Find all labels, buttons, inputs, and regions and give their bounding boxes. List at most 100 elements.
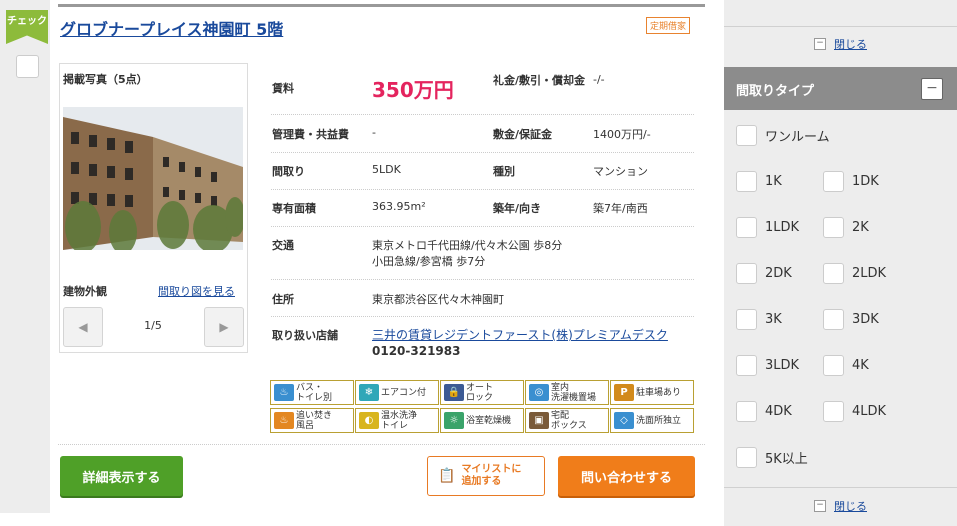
- feature-label: 宅配: [551, 410, 570, 421]
- detail-button[interactable]: 詳細表示する: [60, 456, 183, 496]
- key-money-value: -/-: [593, 73, 605, 86]
- option-checkbox[interactable]: [823, 309, 844, 330]
- feature-label: 洗面所独立: [636, 415, 682, 426]
- parking-icon: P: [614, 384, 634, 401]
- age-direction-value: 築7年/南西: [593, 202, 648, 215]
- photo-caption: 建物外観: [63, 285, 107, 298]
- washer-icon: ◎: [529, 384, 549, 401]
- mylist-label-2: 追加する: [461, 476, 502, 487]
- option-1dk[interactable]: 1DK: [823, 171, 879, 192]
- option-checkbox[interactable]: [736, 171, 757, 192]
- feature-label: 浴室乾燥機: [466, 415, 512, 426]
- bath-icon: ♨: [274, 384, 294, 401]
- chevron-left-icon: ◀: [78, 320, 88, 334]
- agent-phone: 0120-321983: [372, 344, 461, 358]
- option-3dk[interactable]: 3DK: [823, 309, 879, 330]
- option-label: 1LDK: [765, 220, 800, 235]
- option-2k[interactable]: 2K: [823, 217, 869, 238]
- row-divider: [271, 189, 694, 190]
- row-divider: [271, 316, 694, 317]
- bath-dryer-icon: ☼: [444, 412, 464, 429]
- feature-label: ボックス: [551, 420, 587, 431]
- agent-link[interactable]: 三井の賃貸レジデントファースト(株)プレミアムデスク: [372, 326, 668, 343]
- option-label: 4LDK: [852, 404, 887, 419]
- listing-title[interactable]: グロブナープレイス神園町 5階: [60, 16, 283, 40]
- building-type-value: マンション: [593, 165, 648, 178]
- washlet-icon: ◐: [359, 412, 379, 429]
- listing-checkbox[interactable]: [16, 55, 39, 78]
- feature-label: 駐車場あり: [636, 387, 682, 398]
- option-checkbox[interactable]: [736, 309, 757, 330]
- option-label: 1K: [765, 174, 782, 189]
- option-4k[interactable]: 4K: [823, 355, 869, 376]
- option-label: 2K: [852, 220, 869, 235]
- feature-label: トイレ別: [296, 392, 333, 403]
- next-photo-button[interactable]: ▶: [204, 307, 244, 347]
- mgmt-fee-label: 管理費・共益費: [272, 128, 349, 141]
- agent-label: 取り扱い店舗: [272, 329, 338, 342]
- autolock-icon: 🔒: [444, 384, 464, 401]
- photo-counter: 1/5: [144, 319, 162, 332]
- key-money-label: 礼金/敷引・償却金: [493, 74, 586, 87]
- option-label: 3DK: [852, 312, 879, 327]
- prev-photo-button[interactable]: ◀: [63, 307, 103, 347]
- option-3ldk[interactable]: 3LDK: [736, 355, 799, 376]
- feature-reheat-bath: ♨ 追い焚き 風呂: [270, 408, 354, 433]
- feature-label: 追い焚き: [296, 410, 333, 421]
- option-checkbox[interactable]: [823, 217, 844, 238]
- aircon-icon: ❄: [359, 384, 379, 401]
- rent-value: 350万円: [372, 78, 454, 102]
- option-4dk[interactable]: 4DK: [736, 401, 792, 422]
- option-checkbox[interactable]: [823, 355, 844, 376]
- floorplan-link[interactable]: 間取り図を見る: [158, 283, 235, 299]
- row-divider: [271, 279, 694, 280]
- option-5k-plus[interactable]: 5K以上: [736, 447, 808, 468]
- option-1k[interactable]: 1K: [736, 171, 782, 192]
- add-to-mylist-button[interactable]: 📋 マイリストに 追加する: [427, 456, 545, 496]
- option-checkbox[interactable]: [736, 263, 757, 284]
- option-label: 1DK: [852, 174, 879, 189]
- option-label: 4K: [852, 358, 869, 373]
- layout-type-header[interactable]: 間取りタイプ −: [724, 67, 957, 110]
- collapse-minus-icon[interactable]: −: [921, 78, 943, 100]
- row-divider: [271, 152, 694, 153]
- option-2dk[interactable]: 2DK: [736, 263, 792, 284]
- option-4ldk[interactable]: 4LDK: [823, 401, 886, 422]
- close-label: 閉じる: [834, 38, 867, 51]
- feature-label: 温水洗浄: [381, 410, 418, 421]
- option-checkbox[interactable]: [736, 355, 757, 376]
- feature-label: 室内: [551, 382, 570, 393]
- age-direction-label: 築年/向き: [493, 202, 542, 215]
- delivery-box-icon: ▣: [529, 412, 549, 429]
- address-value: 東京都渋谷区代々木神園町: [372, 293, 504, 306]
- option-checkbox[interactable]: [736, 125, 757, 146]
- photo-count-label: 掲載写真（5点）: [63, 73, 148, 86]
- building-photo[interactable]: [63, 107, 243, 250]
- option-checkbox[interactable]: [823, 171, 844, 192]
- row-divider: [271, 114, 694, 115]
- row-divider: [271, 226, 694, 227]
- close-toggle-top[interactable]: − 閉じる: [724, 34, 957, 54]
- close-toggle-bottom[interactable]: − 閉じる: [724, 496, 957, 516]
- option-3k[interactable]: 3K: [736, 309, 782, 330]
- option-checkbox[interactable]: [823, 263, 844, 284]
- option-label: ワンルーム: [765, 130, 830, 145]
- option-checkbox[interactable]: [736, 401, 757, 422]
- feature-label: トイレ: [381, 420, 409, 431]
- inquiry-button[interactable]: 問い合わせする: [558, 456, 695, 496]
- option-2ldk[interactable]: 2LDK: [823, 263, 886, 284]
- address-label: 住所: [272, 293, 294, 306]
- feature-bath-toilet: ♨ バス・ トイレ別: [270, 380, 354, 405]
- option-checkbox[interactable]: [736, 447, 757, 468]
- option-1ldk[interactable]: 1LDK: [736, 217, 799, 238]
- feature-label: ロック: [466, 392, 494, 403]
- option-checkbox[interactable]: [736, 217, 757, 238]
- option-checkbox[interactable]: [823, 401, 844, 422]
- option-label: 3K: [765, 312, 782, 327]
- chevron-right-icon: ▶: [219, 320, 229, 334]
- option-one-room[interactable]: ワンルーム: [736, 125, 830, 146]
- feature-washroom: ◇ 洗面所独立: [610, 408, 694, 433]
- layout-value: 5LDK: [372, 163, 401, 176]
- access-line-2: 小田急線/参宮橋 歩7分: [372, 255, 486, 268]
- mgmt-fee-value: -: [372, 126, 376, 139]
